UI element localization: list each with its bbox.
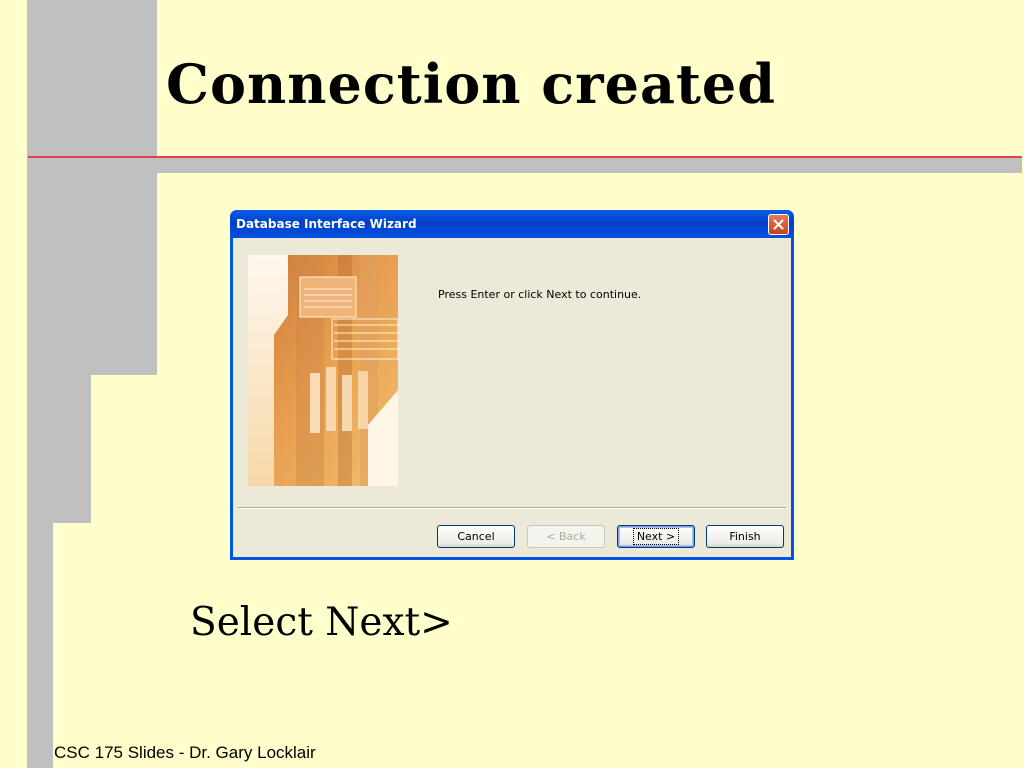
finish-button-label: Finish — [729, 530, 761, 543]
wizard-message: Press Enter or click Next to continue. — [438, 288, 642, 301]
decorative-gray-block — [27, 0, 157, 157]
finish-button[interactable]: Finish — [706, 525, 784, 548]
next-button-label: Next > — [632, 528, 680, 545]
cancel-button[interactable]: Cancel — [437, 525, 515, 548]
dialog-body: Press Enter or click Next to continue. C… — [233, 238, 791, 557]
next-button[interactable]: Next > — [617, 525, 695, 548]
title-divider — [28, 156, 1022, 158]
slide: { "slide": { "title": "Connection create… — [0, 0, 1024, 768]
back-button[interactable]: < Back — [527, 525, 605, 548]
cancel-button-label: Cancel — [457, 530, 495, 543]
back-button-label: < Back — [546, 530, 586, 543]
close-button[interactable] — [768, 214, 789, 235]
decorative-gray-block — [27, 523, 53, 768]
dialog-title: Database Interface Wizard — [236, 217, 417, 231]
wizard-banner-image — [248, 255, 398, 486]
decorative-gray-block — [27, 157, 1022, 173]
slide-instruction: Select Next> — [190, 600, 453, 645]
decorative-gray-block — [27, 375, 91, 523]
decorative-gray-block — [27, 173, 157, 375]
wizard-dialog: Database Interface Wizard Press Enter or… — [230, 210, 794, 560]
slide-title: Connection created — [166, 52, 777, 116]
button-separator — [238, 507, 786, 509]
slide-footer: CSC 175 Slides - Dr. Gary Locklair — [54, 743, 316, 762]
close-icon — [773, 219, 784, 230]
dialog-titlebar[interactable]: Database Interface Wizard — [230, 210, 794, 238]
